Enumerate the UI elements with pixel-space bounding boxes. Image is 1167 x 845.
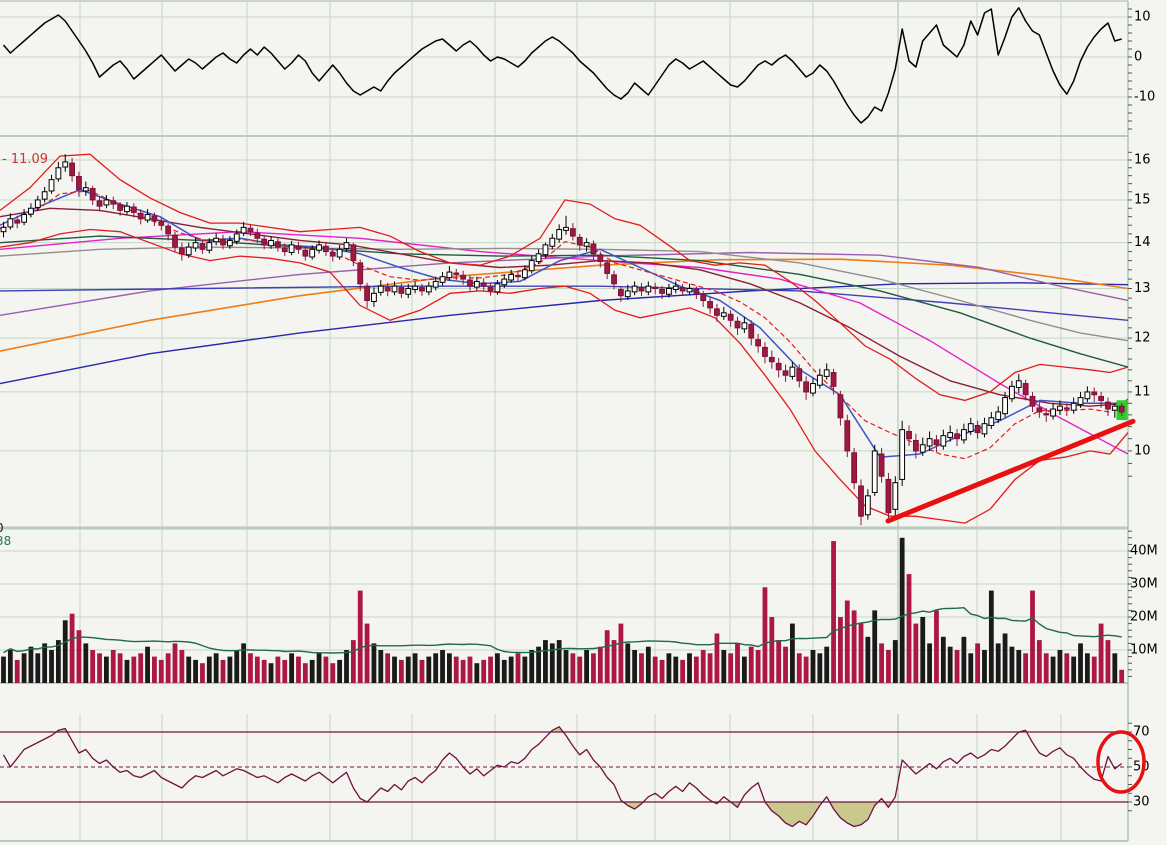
- momentum-axis-label: -10: [1134, 90, 1155, 105]
- momentum-axis-label: 10: [1134, 10, 1151, 25]
- price-axis-label: 11: [1134, 384, 1151, 399]
- volume-axis-label: 40M: [1130, 544, 1158, 559]
- clipped-indicator-label-bottom: 38: [0, 534, 12, 548]
- price-axis-label: 15: [1134, 192, 1151, 207]
- price-axis-label: 16: [1134, 153, 1151, 168]
- stock-chart-canvas[interactable]: 100-101615141312111040M30M20M10M705030: [0, 0, 1167, 845]
- rsi-axis-label: 30: [1133, 795, 1150, 810]
- price-axis-label: 12: [1134, 331, 1151, 346]
- momentum-axis-label: 0: [1134, 50, 1142, 65]
- volume-axis-label: 20M: [1130, 610, 1158, 625]
- price-axis-label: 10: [1134, 443, 1151, 458]
- price-annotation-label: - 11.09: [2, 152, 49, 167]
- volume-axis-label: 30M: [1130, 577, 1158, 592]
- price-axis-label: 14: [1134, 235, 1151, 250]
- price-axis-label: 13: [1134, 281, 1151, 296]
- volume-axis-label: 10M: [1130, 643, 1158, 658]
- stock-chart-window: 10 0 -10 16 15 14 13 12 11 10 40M 30M 20M 10M 70 50 30 -…: [0, 0, 1167, 845]
